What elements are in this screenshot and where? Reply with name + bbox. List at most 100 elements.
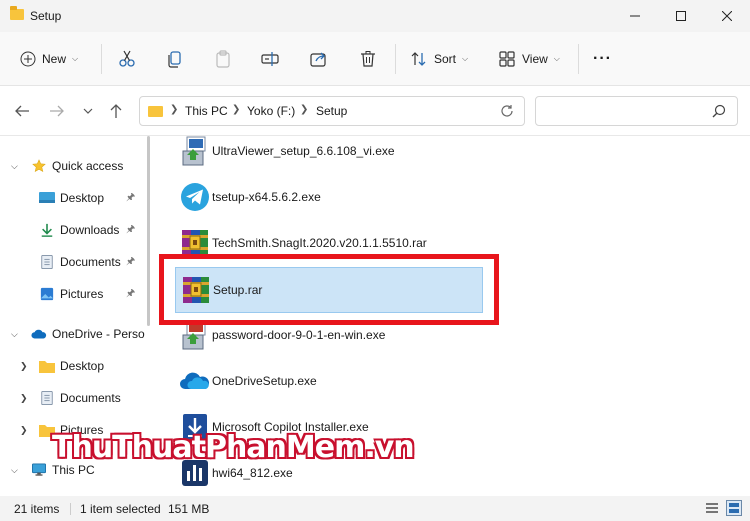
folder-icon	[39, 361, 55, 373]
back-button[interactable]	[12, 102, 32, 120]
watermark-part: PhanMem	[204, 430, 365, 465]
file-name: OneDriveSetup.exe	[212, 374, 317, 388]
sidebar-item-label: This PC	[52, 463, 95, 477]
copy-icon	[168, 51, 181, 68]
close-icon	[722, 11, 732, 21]
sidebar-item-onedrive-documents[interactable]: ❯ Documents	[0, 386, 150, 410]
sidebar-item-desktop[interactable]: Desktop 🖈	[0, 186, 150, 210]
divider	[70, 503, 71, 515]
arrow-right-icon	[50, 105, 64, 117]
share-button[interactable]	[310, 45, 328, 73]
sidebar-item-downloads[interactable]: Downloads 🖈	[0, 218, 150, 242]
delete-button[interactable]	[359, 45, 377, 73]
sidebar-item-pictures[interactable]: Pictures 🖈	[0, 282, 150, 306]
up-button[interactable]	[106, 102, 126, 120]
telegram-icon	[181, 183, 209, 211]
file-item-telegram-setup[interactable]: tsetup-x64.5.6.2.exe	[175, 175, 483, 221]
cut-button[interactable]	[118, 45, 136, 73]
selection-count: 1 item selected	[80, 502, 161, 516]
file-name: TechSmith.SnagIt.2020.v20.1.1.5510.rar	[212, 236, 427, 250]
rename-icon	[261, 52, 279, 66]
breadcrumb-drive[interactable]: Yoko (F:)	[247, 104, 295, 118]
plus-icon	[20, 51, 36, 67]
sort-icon	[411, 52, 426, 66]
pin-icon: 🖈	[126, 287, 136, 299]
chevron-right-icon: ❯	[300, 104, 309, 115]
minimize-icon	[630, 15, 640, 17]
maximize-button[interactable]	[658, 0, 704, 32]
chevron-down-icon[interactable]: ⌵	[11, 329, 18, 340]
divider	[578, 44, 579, 74]
chevron-down-icon: ⌵	[553, 54, 560, 63]
chevron-right-icon[interactable]: ❯	[20, 425, 28, 436]
sidebar-item-label: Documents	[60, 255, 121, 269]
documents-icon	[41, 391, 53, 405]
sidebar-item-label: OneDrive - Perso	[52, 327, 145, 341]
recent-locations-button[interactable]	[78, 102, 98, 120]
sidebar-item-quick-access[interactable]: ⌵ Quick access	[0, 154, 150, 178]
chevron-down-icon[interactable]: ⌵	[11, 465, 18, 476]
rename-button[interactable]	[261, 45, 279, 73]
close-button[interactable]	[704, 0, 750, 32]
chevron-down-icon: ⌵	[72, 54, 79, 63]
paste-button[interactable]	[214, 45, 232, 73]
monitor-icon	[32, 463, 46, 476]
chevron-right-icon[interactable]: ❯	[20, 393, 28, 404]
share-icon	[310, 52, 326, 67]
chevron-right-icon[interactable]: ❯	[20, 361, 28, 372]
window-title: Setup	[30, 9, 62, 23]
cloud-icon	[31, 329, 47, 339]
sidebar-item-onedrive[interactable]: ⌵ OneDrive - Perso	[0, 322, 150, 346]
file-name: UltraViewer_setup_6.6.108_vi.exe	[212, 144, 395, 158]
sidebar-item-documents[interactable]: Documents 🖈	[0, 250, 150, 274]
new-label: New	[42, 52, 67, 66]
chevron-right-icon: ❯	[170, 104, 179, 115]
chevron-down-icon: ⌵	[462, 54, 469, 63]
tiles-view-icon[interactable]	[726, 500, 742, 516]
breadcrumb-setup[interactable]: Setup	[316, 104, 347, 118]
search-box[interactable]	[535, 96, 738, 126]
trash-icon	[361, 51, 375, 67]
refresh-button[interactable]	[498, 102, 516, 120]
address-bar[interactable]: ❯ This PC ❯ Yoko (F:) ❯ Setup	[139, 96, 525, 126]
sort-label: Sort	[434, 52, 457, 66]
pin-icon: 🖈	[126, 255, 136, 267]
sort-button[interactable]: Sort ⌵	[410, 45, 468, 73]
download-icon	[41, 223, 53, 237]
copy-button[interactable]	[166, 45, 184, 73]
sidebar-item-label: Pictures	[60, 287, 104, 301]
search-icon	[712, 104, 726, 118]
item-count: 21 items	[14, 502, 60, 516]
file-item-ultraviewer[interactable]: UltraViewer_setup_6.6.108_vi.exe	[175, 136, 483, 175]
view-icon	[499, 51, 515, 67]
details-view-icon[interactable]	[704, 500, 720, 516]
scissors-icon	[119, 50, 135, 67]
view-button[interactable]: View ⌵	[498, 45, 560, 73]
highlight-annotation	[159, 254, 499, 325]
folder-icon	[148, 106, 163, 117]
pin-icon: 🖈	[126, 223, 136, 235]
minimize-button[interactable]	[612, 0, 658, 32]
chevron-down-icon[interactable]: ⌵	[11, 161, 18, 172]
status-bar: 21 items 1 item selected 151 MB	[0, 496, 750, 521]
chevron-right-icon: ❯	[232, 104, 241, 115]
new-button[interactable]: New ⌵	[20, 45, 78, 73]
sidebar-item-label: Desktop	[60, 191, 105, 205]
star-icon	[32, 159, 46, 173]
more-options-button[interactable]: ···	[593, 45, 612, 73]
divider	[395, 44, 396, 74]
refresh-icon	[501, 105, 513, 117]
title-bar: Setup	[0, 0, 750, 32]
forward-button[interactable]	[47, 102, 67, 120]
file-item-onedrive-setup[interactable]: OneDriveSetup.exe	[175, 359, 483, 405]
installer-icon	[182, 136, 206, 166]
file-name: tsetup-x64.5.6.2.exe	[212, 190, 321, 204]
arrow-up-icon	[110, 104, 122, 118]
breadcrumb-this-pc[interactable]: This PC	[185, 104, 228, 118]
watermark-part: ThuThuat	[52, 430, 206, 465]
watermark-logo: ThuThuatPhanMem.vn	[52, 430, 415, 465]
desktop-icon	[39, 192, 55, 203]
divider	[101, 44, 102, 74]
sidebar-item-label: Documents	[60, 391, 121, 405]
sidebar-item-onedrive-desktop[interactable]: ❯ Desktop	[0, 354, 150, 378]
